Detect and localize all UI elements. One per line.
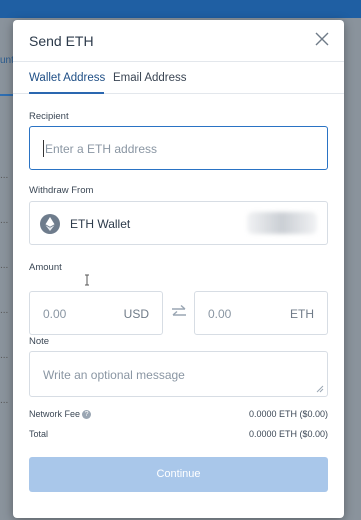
amount-eth-input[interactable]: 0.00 ETH bbox=[194, 291, 328, 335]
tab-email-address[interactable]: Email Address bbox=[113, 72, 187, 84]
background-tab-fragment: unt bbox=[0, 55, 14, 66]
background-dots: ... bbox=[0, 350, 9, 361]
background-dots: ... bbox=[0, 170, 9, 181]
recipient-label: Recipient bbox=[29, 111, 69, 122]
withdraw-from-label: Withdraw From bbox=[29, 185, 94, 196]
recipient-placeholder: Enter a ETH address bbox=[45, 142, 158, 156]
resize-grip-icon[interactable] bbox=[316, 385, 324, 393]
swap-arrows-icon[interactable] bbox=[170, 303, 188, 321]
withdraw-from-select[interactable]: ETH Wallet bbox=[29, 201, 328, 245]
send-eth-modal: Send ETH Wallet Address Email Address Re… bbox=[13, 20, 344, 518]
send-tabs: Wallet Address Email Address bbox=[13, 62, 344, 94]
background-top-bar bbox=[0, 0, 361, 18]
network-fee-row: Network Fee? 0.0000 ETH ($0.00) bbox=[29, 409, 328, 420]
network-fee-label: Network Fee bbox=[29, 409, 81, 419]
background-dots: ... bbox=[0, 395, 9, 406]
note-label: Note bbox=[29, 336, 50, 347]
wallet-balance-blurred bbox=[247, 212, 317, 234]
text-cursor-icon bbox=[85, 274, 89, 286]
amount-label: Amount bbox=[29, 262, 62, 273]
wallet-name: ETH Wallet bbox=[70, 217, 131, 231]
amount-eth-unit: ETH bbox=[290, 307, 314, 321]
amount-usd-unit: USD bbox=[123, 307, 149, 321]
background-dots: ... bbox=[0, 260, 9, 271]
note-placeholder: Write an optional message bbox=[43, 368, 185, 382]
amount-eth-value: 0.00 bbox=[208, 307, 232, 321]
note-textarea[interactable]: Write an optional message bbox=[29, 351, 328, 397]
ethereum-icon bbox=[40, 214, 60, 234]
total-value: 0.0000 ETH ($0.00) bbox=[248, 429, 328, 439]
text-caret bbox=[43, 140, 44, 157]
total-row: Total 0.0000 ETH ($0.00) bbox=[29, 429, 328, 439]
amount-usd-value: 0.00 bbox=[43, 307, 67, 321]
total-label: Total bbox=[29, 429, 49, 439]
amount-usd-input[interactable]: 0.00 USD bbox=[29, 291, 163, 335]
tab-wallet-address[interactable]: Wallet Address bbox=[29, 72, 105, 84]
active-tab-indicator bbox=[29, 92, 104, 94]
modal-title: Send ETH bbox=[29, 33, 94, 49]
background-dots: ... bbox=[0, 305, 9, 316]
info-icon[interactable]: ? bbox=[82, 410, 92, 420]
network-fee-value: 0.0000 ETH ($0.00) bbox=[248, 409, 328, 419]
continue-button[interactable]: Continue bbox=[29, 457, 328, 492]
background-dots: ... bbox=[0, 215, 9, 226]
recipient-input[interactable]: Enter a ETH address bbox=[29, 126, 328, 170]
modal-header: Send ETH bbox=[13, 20, 344, 62]
close-icon[interactable] bbox=[314, 31, 330, 47]
